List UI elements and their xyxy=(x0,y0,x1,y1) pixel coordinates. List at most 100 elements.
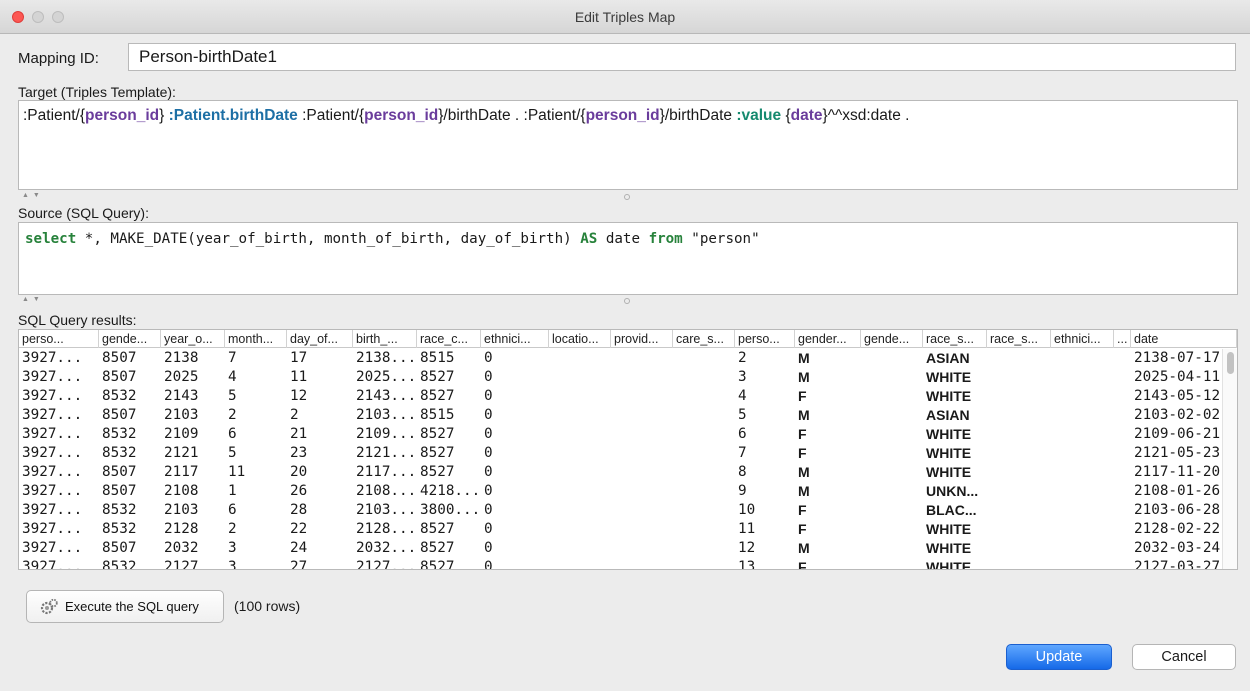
column-header[interactable]: birth_... xyxy=(353,330,417,348)
sql-keyword: AS xyxy=(580,231,598,247)
table-cell xyxy=(673,368,735,387)
table-row[interactable]: 3927... 8507 2032 3 24 2032... 8527 0 12 M WHITE 20… xyxy=(19,539,1222,558)
table-cell xyxy=(673,387,735,406)
table-row[interactable]: 3927... 8532 2127 3 27 2127... 8527 0 13 F WHITE 21… xyxy=(19,558,1222,570)
column-header[interactable]: race_s... xyxy=(923,330,987,348)
table-cell: 8527 xyxy=(420,559,455,570)
target-template-editor[interactable]: :Patient/{person_id} :Patient.birthDate … xyxy=(18,100,1238,190)
table-cell: 0 xyxy=(484,388,493,404)
column-header[interactable]: ethnici... xyxy=(1051,330,1114,348)
column-header[interactable]: gender... xyxy=(795,330,861,348)
table-cell xyxy=(549,387,611,406)
table-cell: 2143... xyxy=(356,388,417,404)
table-cell: 2032... xyxy=(356,540,417,556)
column-header[interactable]: perso... xyxy=(735,330,795,348)
table-cell: 13 xyxy=(738,559,756,570)
table-cell: 8527 xyxy=(420,540,455,556)
table-cell: 3927... xyxy=(22,464,83,480)
table-cell xyxy=(673,425,735,444)
table-cell xyxy=(987,425,1051,444)
table-cell: 2103 xyxy=(164,502,199,518)
table-cell: M xyxy=(798,369,810,385)
table-cell xyxy=(611,444,673,463)
target-splitter[interactable]: ▲ ▼ xyxy=(18,192,1238,203)
table-cell xyxy=(611,520,673,539)
table-cell: 2 xyxy=(228,521,237,537)
column-header[interactable]: race_s... xyxy=(987,330,1051,348)
sql-query-editor[interactable]: select *, MAKE_DATE(year_of_birth, month… xyxy=(18,222,1238,295)
table-cell xyxy=(611,539,673,558)
table-cell xyxy=(987,444,1051,463)
table-cell: 0 xyxy=(484,445,493,461)
table-cell xyxy=(673,520,735,539)
table-cell xyxy=(1114,406,1131,425)
table-cell: 0 xyxy=(484,559,493,570)
table-cell: 3927... xyxy=(22,502,83,518)
table-cell: 3927... xyxy=(22,407,83,423)
table-row[interactable]: 3927... 8532 2103 6 28 2103... 3800... 0 10 F BLAC… xyxy=(19,501,1222,520)
table-row[interactable]: 3927... 8507 2138 7 17 2138... 8515 0 2 M ASIAN 213… xyxy=(19,349,1222,368)
table-cell: F xyxy=(798,426,807,442)
table-cell: 8515 xyxy=(420,350,455,366)
execute-sql-button[interactable]: Execute the SQL query xyxy=(26,590,224,623)
update-button[interactable]: Update xyxy=(1006,644,1112,670)
column-header[interactable]: date xyxy=(1131,330,1237,348)
table-cell: WHITE xyxy=(926,540,972,556)
table-cell: 24 xyxy=(290,540,308,556)
table-cell xyxy=(1051,482,1114,501)
table-cell: 3 xyxy=(738,369,747,385)
table-cell xyxy=(1114,539,1131,558)
table-cell: 2025 xyxy=(164,369,199,385)
scrollbar-thumb[interactable] xyxy=(1227,352,1234,374)
table-cell xyxy=(1114,349,1131,368)
column-header[interactable]: year_o... xyxy=(161,330,225,348)
column-header[interactable]: gende... xyxy=(861,330,923,348)
table-row[interactable]: 3927... 8507 2025 4 11 2025... 8527 0 3 M WHITE 202… xyxy=(19,368,1222,387)
table-cell xyxy=(673,406,735,425)
source-splitter[interactable]: ▲ ▼ xyxy=(18,296,1238,307)
table-cell xyxy=(1114,558,1131,569)
results-table[interactable]: perso... gende... year_o... month... day_of.… xyxy=(18,329,1238,570)
column-header[interactable]: care_s... xyxy=(673,330,735,348)
column-header[interactable]: gende... xyxy=(99,330,161,348)
table-row[interactable]: 3927... 8507 2117 11 20 2117... 8527 0 8 M WHITE 21… xyxy=(19,463,1222,482)
column-header[interactable]: race_c... xyxy=(417,330,481,348)
table-cell xyxy=(987,406,1051,425)
table-cell: 8527 xyxy=(420,388,455,404)
mapping-id-input[interactable]: Person-birthDate1 xyxy=(128,43,1236,71)
table-row[interactable]: 3927... 8507 2103 2 2 2103... 8515 0 5 M ASIAN 2103… xyxy=(19,406,1222,425)
table-cell xyxy=(861,425,923,444)
vertical-scrollbar[interactable] xyxy=(1222,349,1237,569)
table-cell: 8532 xyxy=(102,388,137,404)
column-header[interactable]: ethnici... xyxy=(481,330,549,348)
table-cell xyxy=(1114,520,1131,539)
table-row[interactable]: 3927... 8532 2121 5 23 2121... 8527 0 7 F WHITE 212… xyxy=(19,444,1222,463)
table-cell xyxy=(549,425,611,444)
column-header[interactable]: ... xyxy=(1114,330,1131,348)
table-cell: 2117 xyxy=(164,464,199,480)
column-header[interactable]: provid... xyxy=(611,330,673,348)
column-header[interactable]: perso... xyxy=(19,330,99,348)
table-cell: 0 xyxy=(484,464,493,480)
splitter-handle-icon xyxy=(624,194,630,200)
rows-count: (100 rows) xyxy=(234,598,301,614)
table-cell: 22 xyxy=(290,521,308,537)
table-cell: 9 xyxy=(738,483,747,499)
table-cell: 28 xyxy=(290,502,308,518)
target-label: Target (Triples Template): xyxy=(18,84,176,100)
table-row[interactable]: 3927... 8532 2143 5 12 2143... 8527 0 4 F WHITE 214… xyxy=(19,387,1222,406)
column-header[interactable]: day_of... xyxy=(287,330,353,348)
table-row[interactable]: 3927... 8532 2128 2 22 2128... 8527 0 11 F WHITE 21… xyxy=(19,520,1222,539)
table-cell xyxy=(861,406,923,425)
table-cell xyxy=(1051,387,1114,406)
table-cell: 8527 xyxy=(420,445,455,461)
table-cell xyxy=(987,349,1051,368)
table-row[interactable]: 3927... 8507 2108 1 26 2108... 4218... 0 9 M UNKN.… xyxy=(19,482,1222,501)
table-row[interactable]: 3927... 8532 2109 6 21 2109... 8527 0 6 F WHITE 210… xyxy=(19,425,1222,444)
column-header[interactable]: month... xyxy=(225,330,287,348)
table-cell: 2 xyxy=(738,350,747,366)
table-cell: 2108... xyxy=(356,483,417,499)
column-header[interactable]: locatio... xyxy=(549,330,611,348)
table-cell xyxy=(1051,444,1114,463)
cancel-button[interactable]: Cancel xyxy=(1132,644,1236,670)
